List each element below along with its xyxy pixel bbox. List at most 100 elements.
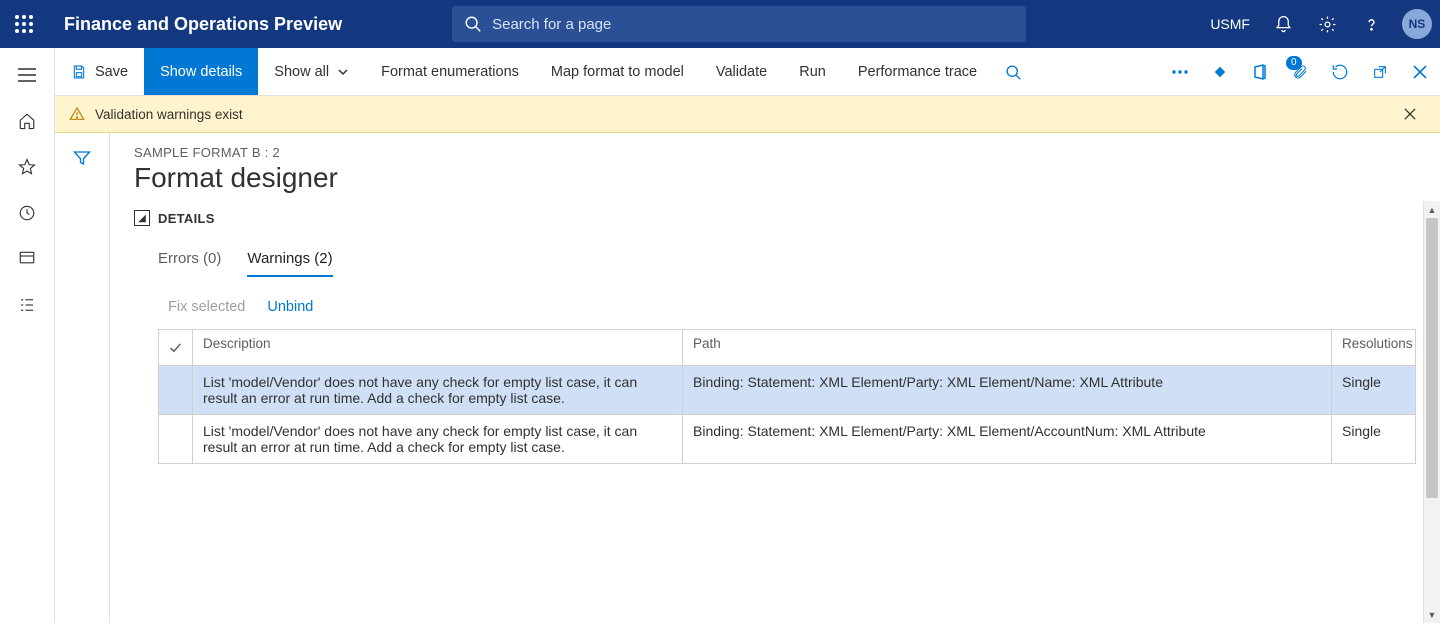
star-icon: [18, 158, 36, 176]
warning-actions: Fix selected Unbind: [134, 299, 1416, 315]
filter-column: [55, 133, 110, 623]
office-icon: [1252, 63, 1268, 81]
row-description: List 'model/Vendor' does not have any ch…: [193, 415, 683, 464]
checkmark-icon: [169, 341, 182, 355]
performance-trace-button[interactable]: Performance trace: [842, 48, 993, 95]
save-icon: [71, 64, 87, 80]
validate-label: Validate: [716, 64, 767, 80]
notifications-button[interactable]: [1264, 0, 1304, 48]
save-label: Save: [95, 64, 128, 80]
clock-icon: [18, 204, 36, 222]
page-title: Format designer: [134, 162, 1416, 194]
col-description-header[interactable]: Description: [193, 330, 683, 366]
run-label: Run: [799, 64, 826, 80]
row-path: Binding: Statement: XML Element/Party: X…: [683, 366, 1332, 415]
scroll-thumb[interactable]: [1426, 218, 1438, 498]
table-row[interactable]: List 'model/Vendor' does not have any ch…: [159, 366, 1416, 415]
show-all-label: Show all: [274, 64, 329, 80]
popout-button[interactable]: [1360, 48, 1400, 96]
personalize-button[interactable]: [1200, 48, 1240, 96]
map-format-button[interactable]: Map format to model: [535, 48, 700, 95]
details-label: DETAILS: [158, 211, 215, 226]
col-select-header[interactable]: [159, 330, 193, 366]
row-description: List 'model/Vendor' does not have any ch…: [193, 366, 683, 415]
caret-icon: ◢: [134, 210, 150, 226]
scrollbar[interactable]: ▲ ▼: [1423, 201, 1440, 623]
row-resolutions: Single: [1332, 415, 1416, 464]
close-page-button[interactable]: [1400, 48, 1440, 96]
unbind-button[interactable]: Unbind: [267, 299, 313, 315]
warning-icon: [69, 106, 85, 122]
show-details-label: Show details: [160, 64, 242, 80]
search-input[interactable]: [492, 16, 1014, 33]
filter-button[interactable]: [63, 141, 101, 175]
action-bar: Save Show details Show all Format enumer…: [55, 48, 1440, 96]
app-title: Finance and Operations Preview: [48, 14, 342, 35]
more-button[interactable]: [1160, 48, 1200, 96]
tab-warnings[interactable]: Warnings (2): [247, 244, 332, 277]
validate-button[interactable]: Validate: [700, 48, 783, 95]
row-resolutions: Single: [1332, 366, 1416, 415]
rail-hamburger[interactable]: [0, 52, 55, 98]
show-details-button[interactable]: Show details: [144, 48, 258, 95]
company-picker[interactable]: USMF: [1200, 16, 1260, 32]
perf-trace-label: Performance trace: [858, 64, 977, 80]
workspace-icon: [18, 250, 36, 268]
validation-banner: Validation warnings exist: [55, 96, 1440, 133]
col-resolutions-header[interactable]: Resolutions: [1332, 330, 1416, 366]
modules-icon: [18, 296, 36, 314]
close-icon: [1413, 65, 1427, 79]
rail-favorites[interactable]: [0, 144, 55, 190]
table-row[interactable]: List 'model/Vendor' does not have any ch…: [159, 415, 1416, 464]
filter-icon: [73, 150, 91, 166]
format-enumerations-button[interactable]: Format enumerations: [365, 48, 535, 95]
show-all-button[interactable]: Show all: [258, 48, 365, 95]
chevron-down-icon: [337, 66, 349, 78]
refresh-button[interactable]: [1320, 48, 1360, 96]
breadcrumb: SAMPLE FORMAT B : 2: [134, 145, 1416, 160]
more-icon: [1171, 69, 1189, 75]
rail-modules[interactable]: [0, 282, 55, 328]
tabs: Errors (0) Warnings (2): [134, 244, 1416, 277]
banner-close-button[interactable]: [1394, 102, 1426, 126]
tab-errors[interactable]: Errors (0): [158, 244, 221, 277]
attachments-count: 0: [1286, 56, 1302, 70]
attachments-button[interactable]: 0: [1280, 48, 1320, 96]
row-select-cell[interactable]: [159, 366, 193, 415]
settings-button[interactable]: [1308, 0, 1348, 48]
run-button[interactable]: Run: [783, 48, 842, 95]
close-icon: [1404, 108, 1416, 120]
find-button[interactable]: [993, 48, 1033, 96]
row-select-cell[interactable]: [159, 415, 193, 464]
nav-rail: [0, 48, 55, 623]
avatar[interactable]: NS: [1402, 9, 1432, 39]
help-button[interactable]: [1352, 0, 1392, 48]
hamburger-icon: [18, 68, 36, 82]
home-icon: [18, 112, 36, 130]
rail-workspaces[interactable]: [0, 236, 55, 282]
map-format-label: Map format to model: [551, 64, 684, 80]
help-icon: [1362, 15, 1381, 34]
search-icon: [1005, 64, 1022, 81]
search-icon: [464, 15, 482, 33]
row-path: Binding: Statement: XML Element/Party: X…: [683, 415, 1332, 464]
popout-icon: [1372, 64, 1388, 80]
scroll-up-icon[interactable]: ▲: [1424, 201, 1440, 218]
rail-home[interactable]: [0, 98, 55, 144]
app-header: Finance and Operations Preview USMF: [0, 0, 1440, 48]
rail-recent[interactable]: [0, 190, 55, 236]
format-enum-label: Format enumerations: [381, 64, 519, 80]
save-button[interactable]: Save: [55, 48, 144, 95]
scroll-down-icon[interactable]: ▼: [1424, 606, 1440, 623]
waffle-button[interactable]: [0, 0, 48, 48]
refresh-icon: [1331, 63, 1349, 81]
bell-icon: [1274, 15, 1293, 34]
col-path-header[interactable]: Path: [683, 330, 1332, 366]
waffle-icon: [15, 15, 33, 33]
global-search[interactable]: [452, 6, 1026, 42]
details-toggle[interactable]: ◢ DETAILS: [134, 210, 1416, 226]
warnings-table: Description Path Resolutions List 'model…: [158, 329, 1416, 464]
office-button[interactable]: [1240, 48, 1280, 96]
diamond-icon: [1212, 64, 1228, 80]
fix-selected-button[interactable]: Fix selected: [168, 299, 245, 315]
